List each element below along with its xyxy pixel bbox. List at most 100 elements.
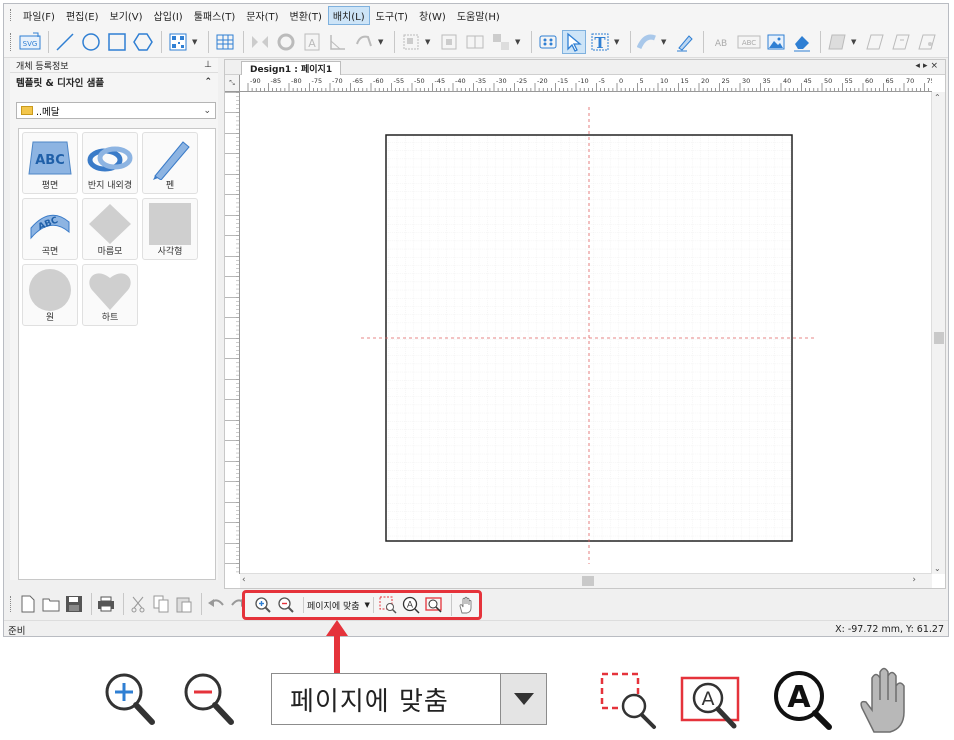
- text-frame-button[interactable]: A: [300, 30, 324, 54]
- line-tool-button[interactable]: [53, 30, 77, 54]
- table-tool-button[interactable]: [213, 30, 237, 54]
- node-view-button[interactable]: [536, 30, 560, 54]
- polygon-tool-button[interactable]: [131, 30, 155, 54]
- toolbar-separator: [91, 593, 92, 615]
- template-label: 하트: [101, 313, 119, 323]
- menu-edit[interactable]: 편집(E): [61, 6, 104, 25]
- menu-view[interactable]: 보기(V): [105, 6, 148, 25]
- menu-help[interactable]: 도움말(H): [452, 6, 505, 25]
- skew-button[interactable]: [863, 30, 887, 54]
- menu-toolpath[interactable]: 툴패스(T): [189, 6, 241, 25]
- vertical-scroll-thumb[interactable]: [934, 332, 944, 344]
- eraser-button[interactable]: [790, 30, 814, 54]
- menu-transform[interactable]: 변환(T): [285, 6, 327, 25]
- menu-insert[interactable]: 삽입(I): [149, 6, 188, 25]
- qr-dropdown-icon[interactable]: ▼: [192, 38, 200, 46]
- scroll-down-icon[interactable]: ⌄: [934, 564, 941, 573]
- dropdown-arrow-icon[interactable]: [500, 674, 546, 724]
- ab-text-icon: AB: [715, 39, 727, 49]
- tab-design1-page1[interactable]: Design1 : 페이지1: [241, 61, 342, 75]
- zoom-object-button[interactable]: A: [401, 595, 421, 615]
- shadow-button[interactable]: [825, 30, 849, 54]
- skew-alt-button[interactable]: [889, 30, 913, 54]
- scissors-icon: [131, 596, 145, 613]
- zoom-area-button[interactable]: [378, 595, 398, 615]
- circle-tool-button[interactable]: [79, 30, 103, 54]
- path-edit-button[interactable]: [352, 30, 376, 54]
- mirror-button[interactable]: [248, 30, 272, 54]
- arrange-dropdown-icon[interactable]: ▼: [515, 38, 523, 46]
- menu-text[interactable]: 문자(T): [241, 6, 283, 25]
- curved-dropdown-icon[interactable]: ▼: [661, 38, 669, 46]
- folder-open-icon: [42, 598, 60, 612]
- template-item-circle[interactable]: 원: [22, 264, 78, 326]
- zoom-level-select[interactable]: 페이지에 맞춤 ▼: [303, 597, 374, 613]
- ruler-corner[interactable]: ⤡: [225, 75, 240, 92]
- template-item-rectangle[interactable]: 사각형: [142, 198, 198, 260]
- arrange-button[interactable]: [489, 30, 513, 54]
- align-dropdown-icon[interactable]: ▼: [425, 38, 433, 46]
- ring-text-button[interactable]: [274, 30, 298, 54]
- scroll-up-icon[interactable]: ⌃: [934, 93, 941, 102]
- save-file-button[interactable]: [64, 594, 84, 614]
- menu-window[interactable]: 창(W): [414, 6, 451, 25]
- ruler-label: 45: [804, 77, 812, 85]
- copy-button[interactable]: [151, 594, 171, 614]
- scroll-left-icon[interactable]: ‹: [242, 575, 246, 585]
- template-category-select[interactable]: ..메달 ⌄: [16, 102, 216, 119]
- shadow-dropdown-icon[interactable]: ▼: [851, 38, 859, 46]
- print-button[interactable]: [96, 594, 116, 614]
- template-item-heart[interactable]: 하트: [82, 264, 138, 326]
- pen-icon: [153, 141, 190, 180]
- design-canvas[interactable]: [241, 93, 932, 574]
- template-item-curved[interactable]: ABC 곡면: [22, 198, 78, 260]
- path-dropdown-icon[interactable]: ▼: [378, 38, 386, 46]
- select-tool-button[interactable]: [562, 29, 586, 54]
- envelope-button[interactable]: [915, 30, 939, 54]
- paste-button[interactable]: [174, 594, 194, 614]
- menu-file[interactable]: 파일(F): [18, 6, 60, 25]
- new-file-button[interactable]: [18, 594, 38, 614]
- pin-icon[interactable]: ⊥: [204, 60, 212, 70]
- ruler-label: 10: [660, 77, 668, 85]
- distribute-button[interactable]: [437, 30, 461, 54]
- ab-text-button[interactable]: AB: [708, 30, 734, 54]
- collapse-icon[interactable]: ⌃: [204, 77, 212, 87]
- open-file-button[interactable]: [41, 594, 61, 614]
- arrange-icon: [493, 33, 509, 50]
- abc-text-button[interactable]: ABC: [736, 30, 762, 54]
- tab-controls[interactable]: ◂▸×: [915, 61, 941, 71]
- menu-tools[interactable]: 도구(T): [371, 6, 413, 25]
- zoom-selection-button[interactable]: [424, 595, 444, 615]
- save-icon: [66, 596, 82, 612]
- group-button[interactable]: [463, 30, 487, 54]
- menu-layout[interactable]: 배치(L): [327, 5, 370, 25]
- template-item-diamond[interactable]: 마름모: [82, 198, 138, 260]
- cut-button[interactable]: [128, 594, 148, 614]
- zoom-level-value-large: 페이지에 맞춤: [290, 686, 449, 717]
- pen-tool-button[interactable]: [673, 30, 697, 54]
- horizontal-scroll-thumb[interactable]: [582, 576, 594, 586]
- text-tool-button[interactable]: T: [588, 30, 612, 54]
- template-item-pen[interactable]: 펜: [142, 132, 198, 194]
- undo-button[interactable]: [206, 594, 226, 614]
- curved-text-button[interactable]: [635, 30, 659, 54]
- dimension-button[interactable]: [326, 30, 350, 54]
- image-icon: [767, 34, 785, 49]
- zoom-in-button[interactable]: [253, 595, 273, 615]
- image-insert-button[interactable]: [764, 30, 788, 54]
- zoom-level-select-large[interactable]: 페이지에 맞춤: [271, 673, 547, 725]
- qr-code-button[interactable]: [166, 30, 190, 54]
- zoom-out-button[interactable]: [276, 595, 296, 615]
- distribute-icon: [441, 34, 457, 49]
- svg-import-button[interactable]: SVG: [18, 30, 42, 54]
- horizontal-scrollbar[interactable]: ‹ ›: [240, 573, 932, 588]
- align-button[interactable]: [399, 30, 423, 54]
- pan-hand-button[interactable]: [456, 595, 476, 615]
- vertical-scrollbar[interactable]: ⌃ ⌄: [931, 92, 945, 574]
- scroll-right-icon[interactable]: ›: [912, 575, 916, 585]
- template-item-flat[interactable]: ABC 평면: [22, 132, 78, 194]
- template-item-ring[interactable]: 반지 내외경: [82, 132, 138, 194]
- text-dropdown-icon[interactable]: ▼: [614, 38, 622, 46]
- rectangle-tool-button[interactable]: [105, 30, 129, 54]
